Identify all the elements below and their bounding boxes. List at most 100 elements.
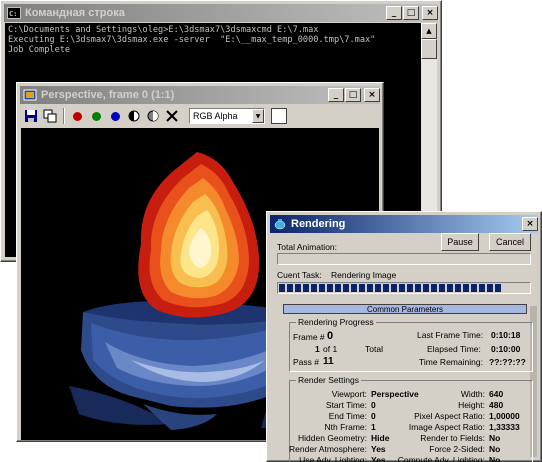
close-button[interactable]: × <box>364 88 380 102</box>
green-channel-icon[interactable] <box>88 108 104 124</box>
setting-label-right: Image Aspect Ratio: <box>408 422 485 432</box>
progress-segment <box>335 284 341 292</box>
setting-label-left: End Time: <box>328 411 367 421</box>
minimize-button[interactable]: _ <box>386 6 402 20</box>
chevron-down-icon[interactable]: ▼ <box>252 109 264 123</box>
maximize-button[interactable]: □ <box>345 88 361 102</box>
mono-icon[interactable] <box>126 108 142 124</box>
progress-segment <box>423 284 429 292</box>
minimize-button[interactable]: _ <box>328 88 344 102</box>
progress-segment <box>343 284 349 292</box>
cancel-button[interactable]: Cancel <box>489 233 531 251</box>
current-task-value: Rendering Image <box>331 270 397 280</box>
progress-segment <box>407 284 413 292</box>
toolbar-separator <box>63 108 65 124</box>
cmd-titlebar[interactable]: C: Командная строка _ □ × <box>4 4 438 22</box>
channel-dropdown[interactable]: RGB Alpha ▼ <box>189 108 265 124</box>
progress-segment <box>295 284 301 292</box>
frame-label: Frame # <box>293 332 325 342</box>
current-task-label: Cuent Task: <box>277 270 322 280</box>
elapsed-label: Elapsed Time: <box>427 344 481 354</box>
setting-value-left: 0 <box>371 400 376 410</box>
setting-value-right: No <box>489 433 501 443</box>
of-label: of 1 <box>323 344 338 354</box>
color-swatch-button[interactable] <box>271 108 287 124</box>
progress-segment <box>431 284 437 292</box>
blue-channel-icon[interactable] <box>107 108 123 124</box>
pause-button[interactable]: Pause <box>441 233 479 251</box>
setting-value-right: No <box>489 444 501 454</box>
pass-value: 11 <box>323 356 334 367</box>
cmd-icon: C: <box>7 7 21 19</box>
console-line: C:\Documents and Settings\oleg>E:\3dsmax… <box>8 25 319 35</box>
last-frame-time-label: Last Frame Time: <box>417 330 484 340</box>
last-frame-time-value: 0:10:18 <box>491 330 521 340</box>
setting-label-right: Width: <box>460 389 485 399</box>
progress-segment <box>359 284 365 292</box>
save-icon[interactable] <box>23 108 39 124</box>
progress-segment <box>487 284 493 292</box>
render-settings-title: Render Settings <box>296 375 361 385</box>
total-animation-progress <box>277 253 531 265</box>
rendering-dialog[interactable]: Rendering × Total Animation: Pause Cance… <box>266 211 542 462</box>
frame-toolbar: RGB Alpha ▼ <box>21 105 379 127</box>
progress-segment <box>439 284 445 292</box>
frame-window-icon <box>23 89 37 101</box>
common-parameters-rollout[interactable]: Common Parameters <box>283 304 527 314</box>
rendering-progress-title: Rendering Progress <box>296 317 376 327</box>
progress-segment <box>399 284 405 292</box>
progress-segment <box>287 284 293 292</box>
scroll-thumb[interactable] <box>421 39 437 59</box>
progress-segment <box>303 284 309 292</box>
time-remaining-value: ??:??:?? <box>489 357 526 367</box>
console-line: Job Complete <box>8 45 71 55</box>
common-parameters-label: Common Parameters <box>366 304 444 314</box>
current-task-progress <box>277 282 531 294</box>
red-dot <box>72 111 82 121</box>
total-animation-label: Total Animation: <box>277 242 338 252</box>
progress-segment <box>351 284 357 292</box>
progress-segment <box>415 284 421 292</box>
setting-label-right: Render to Fields: <box>420 433 485 443</box>
setting-label-left: Start Time: <box>325 400 367 410</box>
progress-segment <box>447 284 453 292</box>
total-label: Total <box>365 344 383 354</box>
progress-segment <box>367 284 373 292</box>
progress-segment <box>455 284 461 292</box>
setting-label-left: Hidden Geometry: <box>298 433 367 443</box>
progress-segment <box>375 284 381 292</box>
progress-segment <box>479 284 485 292</box>
setting-label-left: Viewport: <box>331 389 367 399</box>
close-button[interactable]: × <box>522 217 538 231</box>
setting-value-left: Perspective <box>371 389 419 399</box>
progress-segment <box>463 284 469 292</box>
frame-title: Perspective, frame 0 (1:1) <box>41 89 175 101</box>
maximize-button[interactable]: □ <box>403 6 419 20</box>
elapsed-value: 0:10:00 <box>491 344 521 354</box>
teapot-icon <box>274 219 286 230</box>
scroll-up-icon[interactable]: ▲ <box>421 23 437 39</box>
setting-label-right: Pixel Aspect Ratio: <box>414 411 485 421</box>
setting-label-left: Use Adv. Lighting: <box>299 455 367 462</box>
rendering-title: Rendering <box>291 218 346 230</box>
rendering-titlebar[interactable]: Rendering × <box>270 215 538 233</box>
frame-titlebar[interactable]: Perspective, frame 0 (1:1) _ □ × <box>20 86 380 104</box>
setting-label-right: Height: <box>458 400 485 410</box>
close-button[interactable]: × <box>422 6 438 20</box>
progress-segment <box>319 284 325 292</box>
clone-icon[interactable] <box>42 108 58 124</box>
setting-value-right: 640 <box>489 389 504 399</box>
progress-segment <box>279 284 285 292</box>
count-value: 1 <box>315 344 320 354</box>
clear-icon[interactable] <box>164 108 180 124</box>
red-channel-icon[interactable] <box>69 108 85 124</box>
progress-segment <box>383 284 389 292</box>
setting-value-left: 1 <box>371 422 376 432</box>
progress-segment <box>495 284 501 292</box>
setting-value-right: No <box>489 455 501 462</box>
alpha-icon[interactable] <box>145 108 161 124</box>
pass-label: Pass # <box>293 357 319 367</box>
setting-value-left: Hide <box>371 433 390 443</box>
setting-value-left: 0 <box>371 411 376 421</box>
setting-value-right: 1,00000 <box>489 411 520 421</box>
